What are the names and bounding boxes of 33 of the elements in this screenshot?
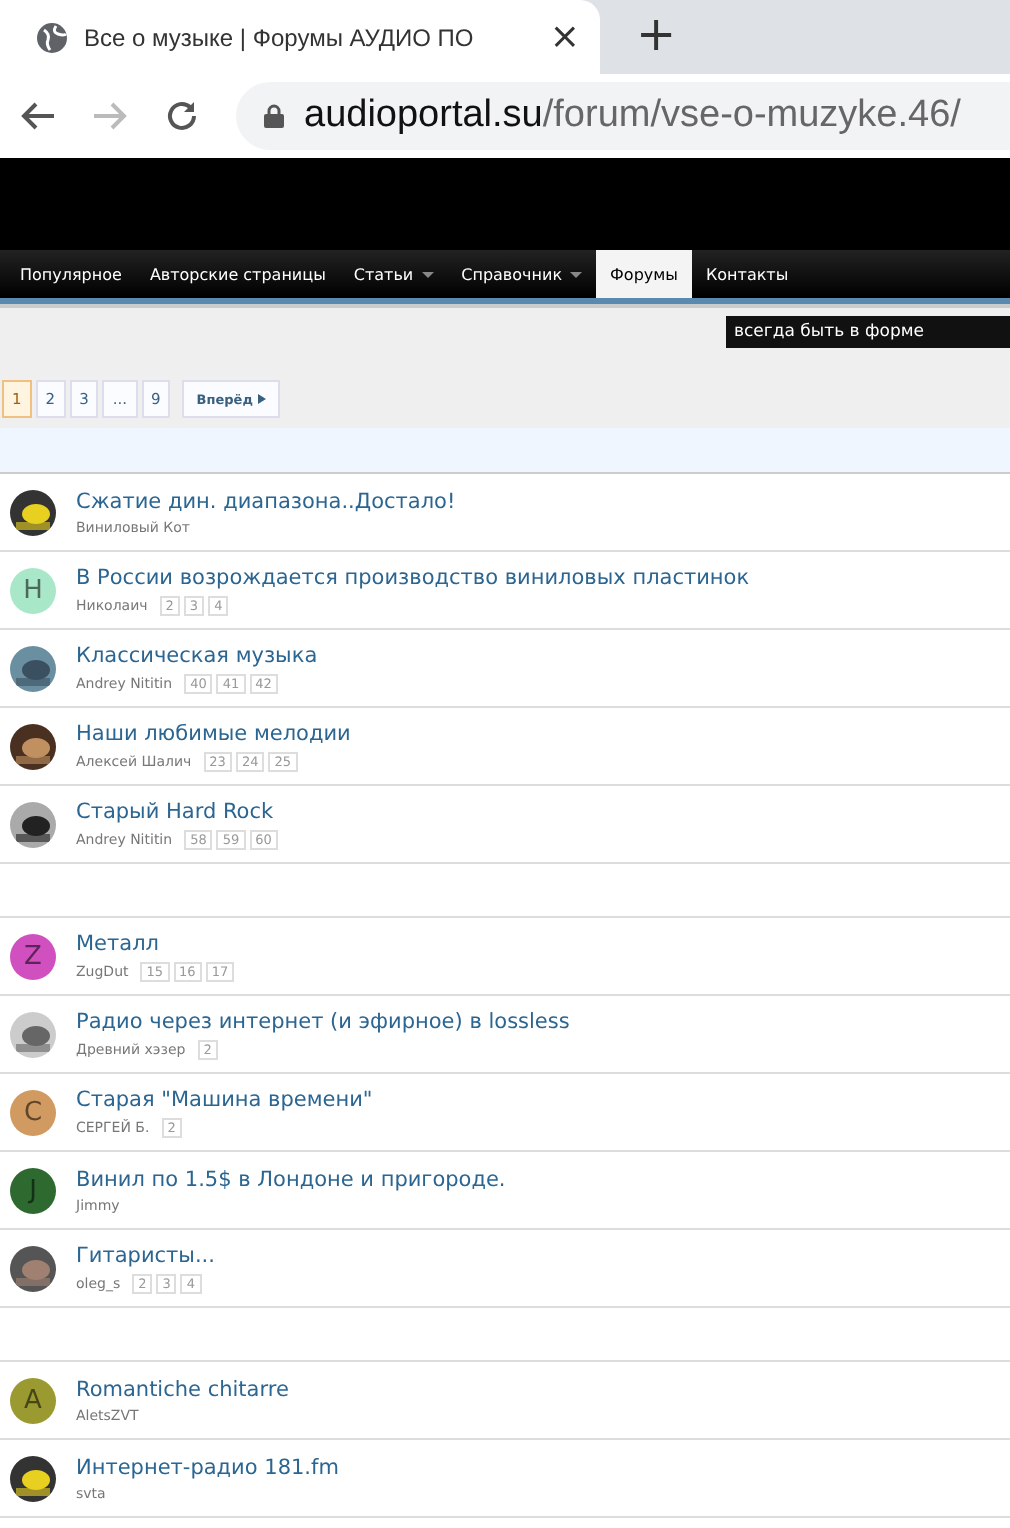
avatar[interactable]: A: [10, 1377, 56, 1423]
nav-tab[interactable]: Авторские страницы: [135, 250, 340, 298]
tab-title[interactable]: Все о музыке | Форумы АУДИО ПО: [84, 23, 534, 51]
thread-title[interactable]: Наши любимые мелодии: [76, 721, 351, 745]
globe-icon: [36, 21, 68, 53]
back-icon[interactable]: [20, 100, 56, 132]
thread-title[interactable]: Сжатие дин. диапазона..Достало!: [76, 489, 456, 513]
avatar[interactable]: H: [10, 567, 56, 613]
nav-tab[interactable]: Контакты: [691, 250, 803, 298]
nav-tab[interactable]: Справочник: [447, 250, 597, 298]
address-bar[interactable]: audioportal.su/forum/vse-o-muzyke.46/: [236, 82, 1010, 150]
thread-title[interactable]: Винил по 1.5$ в Лондоне и пригороде.: [76, 1167, 506, 1191]
thread-title[interactable]: Старая "Машина времени": [76, 1087, 373, 1111]
arrow-icon: [258, 394, 267, 404]
thread-title[interactable]: Классическая музыка: [76, 643, 318, 667]
thread-title[interactable]: Старый Hard Rock: [76, 799, 278, 823]
url-text: audioportal.su/forum/vse-o-muzyke.46/: [304, 94, 961, 138]
nav-tab[interactable]: Статьи: [339, 250, 448, 298]
thread-title[interactable]: Romantiche chitarre: [76, 1377, 289, 1401]
tooltip: всегда быть в форме: [726, 316, 1010, 348]
avatar[interactable]: C: [10, 1089, 56, 1135]
nav-tab[interactable]: Популярное: [6, 250, 136, 298]
avatar[interactable]: Z: [10, 933, 56, 979]
thread-title[interactable]: Металл: [76, 931, 235, 955]
reload-icon[interactable]: [164, 98, 200, 134]
new-tab-button[interactable]: +: [636, 5, 677, 61]
nav-tab[interactable]: Форумы: [596, 250, 692, 298]
lock-icon: [264, 104, 284, 128]
thread-title[interactable]: В России возрождается производство виниловых пластинок: [76, 565, 750, 589]
close-button[interactable]: ×: [549, 16, 580, 58]
thread-title[interactable]: Радио через интернет (и эфирное) в lossless: [76, 1009, 570, 1033]
thread-title[interactable]: Интернет-радио 181.fm: [76, 1455, 339, 1479]
thread-title[interactable]: Гитаристы...: [76, 1243, 215, 1267]
